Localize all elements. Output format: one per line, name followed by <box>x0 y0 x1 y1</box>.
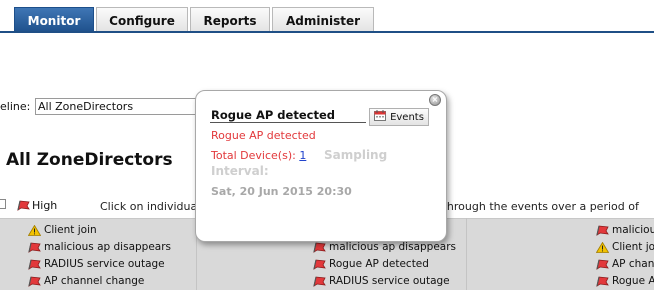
high-severity-flag-icon <box>596 225 609 236</box>
high-severity-flag-icon <box>17 200 30 211</box>
high-severity-flag-icon <box>28 259 41 270</box>
legend-checkbox[interactable] <box>0 199 6 209</box>
list-item[interactable]: Rogue A <box>596 275 654 287</box>
high-severity-flag-icon <box>596 259 609 270</box>
severity-high-label: High <box>32 199 58 212</box>
events-button[interactable]: Events <box>369 108 429 126</box>
calendar-icon <box>374 110 387 124</box>
sampling-interval-label-cont: Interval: <box>211 164 269 178</box>
list-item[interactable]: maliciou <box>596 224 654 236</box>
nav-underline <box>0 31 654 33</box>
high-severity-flag-icon <box>28 242 41 253</box>
high-severity-flag-icon <box>596 276 609 287</box>
list-item[interactable]: Client jo <box>596 241 654 253</box>
column-divider <box>466 218 467 290</box>
list-item[interactable]: Rogue AP detected <box>313 258 429 270</box>
timeline-label: eline: <box>0 100 31 113</box>
popup-total-devices: Total Device(s): 1 <box>211 149 306 162</box>
popup-title: Rogue AP detected <box>211 108 335 122</box>
popup-timestamp: Sat, 20 Jun 2015 20:30 <box>211 185 352 198</box>
tab-monitor[interactable]: Monitor <box>14 7 94 33</box>
list-item[interactable]: RADIUS service outage <box>28 258 165 270</box>
page-title: All ZoneDirectors <box>6 150 173 170</box>
list-item[interactable]: AP channel change <box>28 275 144 287</box>
high-severity-flag-icon <box>313 259 326 270</box>
high-severity-flag-icon <box>28 276 41 287</box>
tab-reports[interactable]: Reports <box>190 7 270 33</box>
list-item[interactable]: malicious ap disappears <box>28 241 171 253</box>
legend-hint-left: Click on individua <box>100 200 198 213</box>
tab-configure[interactable]: Configure <box>96 7 188 33</box>
sampling-interval-label: Sampling <box>324 148 388 162</box>
warning-icon <box>596 241 609 253</box>
list-item[interactable]: Client join <box>28 224 97 236</box>
total-devices-label: Total Device(s): <box>211 149 296 162</box>
top-nav: Monitor Configure Reports Administer <box>0 0 654 33</box>
tab-administer[interactable]: Administer <box>272 7 374 33</box>
event-popup: × Rogue AP detected Events Rogue AP dete… <box>195 90 447 242</box>
high-severity-flag-icon <box>313 276 326 287</box>
legend-hint-right: ll through the events over a period of <box>433 200 639 213</box>
warning-icon <box>28 224 41 236</box>
list-item[interactable]: AP chan <box>596 258 654 270</box>
total-devices-link[interactable]: 1 <box>299 149 306 162</box>
popup-event-name: Rogue AP detected <box>211 129 316 142</box>
high-severity-flag-icon <box>313 242 326 253</box>
list-item[interactable]: malicious ap disappears <box>313 241 456 253</box>
list-item[interactable]: RADIUS service outage <box>313 275 450 287</box>
popup-title-divider <box>210 122 366 123</box>
severity-high[interactable]: High <box>17 199 57 212</box>
close-icon[interactable]: × <box>429 94 441 106</box>
events-button-label: Events <box>390 111 424 123</box>
